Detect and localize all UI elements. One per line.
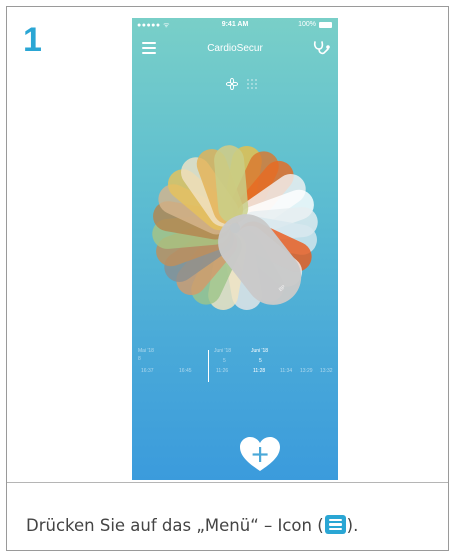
timeline-time[interactable]: 16:37	[141, 368, 154, 374]
timeline-time[interactable]: 11:26	[216, 368, 228, 374]
timeline-time[interactable]: 13:32	[320, 368, 333, 374]
add-measurement-button[interactable]	[238, 435, 282, 473]
measurement-timeline[interactable]: Mai '18 8 16:37 16:45 Juni '18 5 11:26 J…	[132, 346, 338, 386]
step-number: 1	[23, 21, 42, 59]
instruction-text: Drücken Sie auf das „Menü“ – Icon ().	[26, 515, 358, 535]
menu-icon-inline	[324, 515, 346, 534]
timeline-time-selected[interactable]: 11:28	[253, 368, 265, 374]
timeline-time[interactable]: 11:34	[280, 368, 292, 374]
timeline-month: Juni '18	[214, 348, 232, 354]
divider	[7, 482, 448, 483]
instruction-card: 1 ●●●●● ᯤ 9:41 AM 100% CardioSecur BP Ma…	[6, 6, 449, 551]
timeline-day: 8	[138, 356, 141, 362]
measurement-flower[interactable]: BP	[132, 18, 338, 480]
timeline-divider	[208, 350, 209, 382]
timeline-month: Mai '18	[138, 348, 154, 354]
timeline-month: Juni '18	[251, 348, 269, 354]
instruction-after: ).	[346, 516, 359, 535]
timeline-day: 5	[223, 358, 226, 364]
timeline-time[interactable]: 13:29	[300, 368, 313, 374]
instruction-before: Drücken Sie auf das „Menü“ – Icon (	[26, 516, 324, 535]
timeline-day: 5	[259, 358, 262, 364]
phone-screenshot: ●●●●● ᯤ 9:41 AM 100% CardioSecur BP Mai …	[132, 18, 338, 480]
timeline-time[interactable]: 16:45	[179, 368, 192, 374]
